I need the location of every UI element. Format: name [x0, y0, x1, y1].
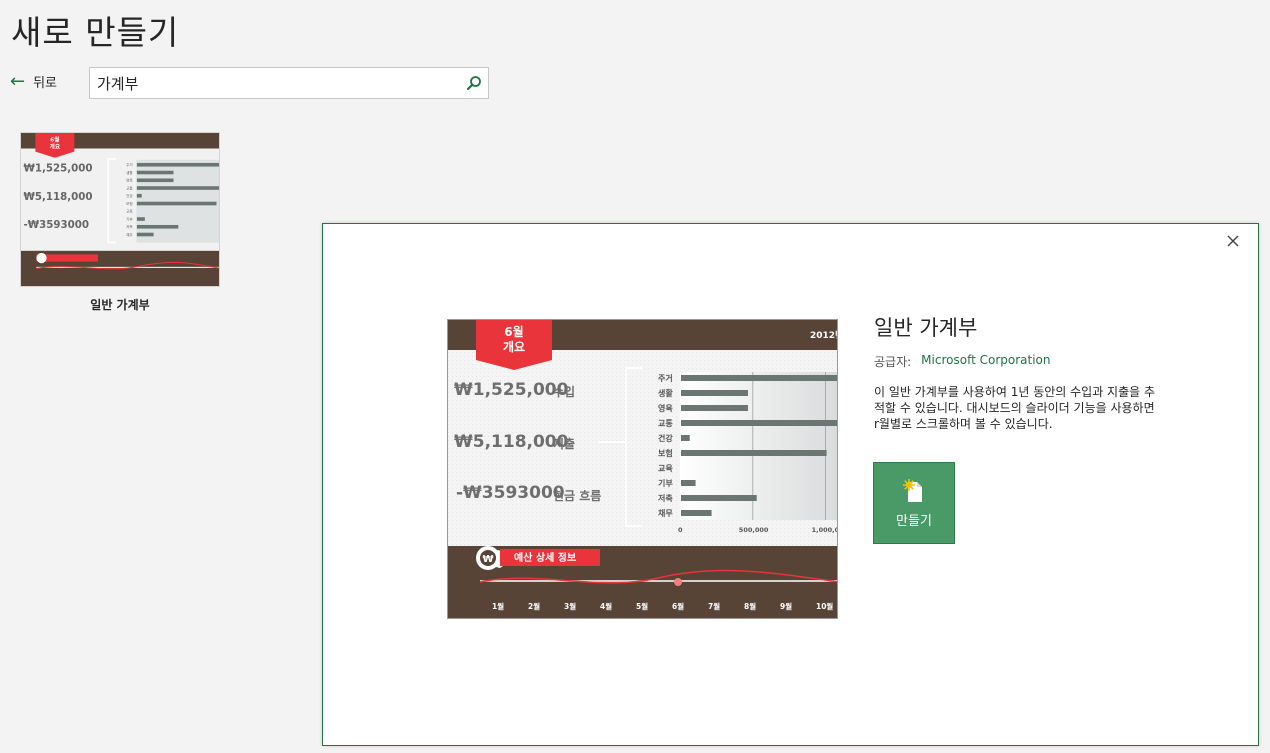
template-preview: 6월 개요 2012년 ₩1,525,000 수입 ₩5,118,000 지출 … — [447, 319, 838, 619]
month-label: 5월 — [636, 601, 648, 611]
thumb-bar — [136, 178, 174, 183]
template-card-caption[interactable]: 일반 가계부 — [20, 296, 220, 313]
chart-category-label: 채무 — [658, 508, 673, 518]
month-label: 4월 — [600, 601, 612, 611]
back-label: 뒤로 — [33, 76, 58, 91]
search-box — [89, 67, 489, 99]
template-info: 일반 가계부 공급자: Microsoft Corporation 이 일반 가… — [874, 312, 1174, 432]
chart-category-label: 교통 — [658, 418, 673, 428]
month-label: 3월 — [564, 601, 576, 611]
thumb-bar — [136, 217, 145, 221]
chart-bar — [681, 405, 748, 411]
badge-line2: 개요 — [503, 340, 525, 354]
create-button[interactable]: 만들기 — [873, 462, 955, 544]
search-icon[interactable] — [460, 69, 488, 97]
search-input[interactable] — [90, 68, 460, 98]
chart-tick-label: 0 — [678, 526, 683, 534]
template-title: 일반 가계부 — [874, 316, 978, 340]
template-card-general-budget[interactable]: 6월 개요 ₩1,525,000 ₩5,118,000 -₩3593000 주거… — [20, 132, 220, 287]
page-title: 새로 만들기 — [11, 13, 180, 52]
chart-bar — [681, 375, 837, 381]
chart-bar — [681, 510, 712, 516]
thumb-category-label: 저축 — [126, 224, 133, 229]
thumb-category-label: 영육 — [126, 178, 133, 183]
month-label: 2월 — [528, 601, 540, 611]
svg-text:₩1,525,000: ₩1,525,000 — [24, 163, 93, 175]
chart-tick-label: 500,000 — [739, 526, 769, 534]
thumb-bar — [136, 201, 217, 206]
thumb-category-label: 교통 — [126, 185, 133, 190]
chart-bar — [681, 495, 757, 501]
publisher-label: 공급자: — [874, 355, 912, 369]
thumb-bar — [136, 193, 142, 198]
svg-text:₩5,118,000: ₩5,118,000 — [24, 191, 93, 203]
month-label: 7월 — [708, 601, 720, 611]
chart-category-label: 기부 — [658, 478, 673, 488]
back-arrow-icon: ← — [10, 70, 26, 92]
chart-bar — [681, 435, 690, 441]
chart-category-label: 보험 — [658, 448, 673, 458]
template-description: 이 일반 가계부를 사용하여 1년 동안의 수입과 지출을 추적할 수 있습니다… — [874, 385, 1156, 431]
cashflow-amount: -₩3593000 — [456, 483, 565, 503]
chart-category-label: 생활 — [658, 388, 673, 398]
month-label: 10월 — [816, 601, 833, 611]
month-label: 1월 — [492, 601, 504, 611]
year-label: 2012년 — [810, 329, 838, 341]
chart-category-label: 건강 — [658, 433, 673, 443]
template-thumbnail: 6월 개요 ₩1,525,000 ₩5,118,000 -₩3593000 주거… — [21, 133, 219, 286]
thumb-bar — [136, 224, 179, 229]
chart-category-label: 영육 — [658, 403, 673, 413]
publisher-name: Microsoft Corporation — [921, 353, 1051, 367]
month-slider-handle — [674, 578, 682, 586]
chart-category-label: 주거 — [658, 373, 673, 383]
chart-category-label: 교육 — [658, 463, 673, 473]
chart-category-label: 저축 — [658, 493, 673, 503]
chart-tick-label: 1,000,0 — [812, 526, 838, 534]
detail-banner-label: 예산 상세 정보 — [514, 551, 576, 564]
month-label: 8월 — [744, 601, 756, 611]
income-amount: ₩1,525,000 — [454, 380, 569, 400]
svg-text:-₩3593000: -₩3593000 — [24, 219, 89, 231]
svg-text:₩: ₩ — [482, 554, 493, 565]
thumb-category-label: 기부 — [126, 216, 133, 221]
publisher-row: 공급자: Microsoft Corporation — [874, 353, 1174, 370]
thumb-bar — [136, 170, 174, 175]
chart-bar — [681, 420, 837, 426]
chart-bar — [681, 390, 748, 396]
close-icon[interactable] — [1224, 232, 1242, 250]
expense-amount: ₩5,118,000 — [454, 432, 569, 452]
expense-label: 지출 — [553, 436, 575, 451]
cashflow-label: 현금 흐름 — [553, 488, 601, 503]
thumb-category-label: 교육 — [126, 210, 133, 214]
thumb-bar — [136, 232, 154, 237]
thumb-category-label: 주거 — [126, 162, 133, 167]
income-label: 수입 — [553, 385, 575, 399]
chart-bar — [681, 480, 696, 486]
thumb-bar — [136, 186, 219, 190]
template-detail-dialog: 6월 개요 2012년 ₩1,525,000 수입 ₩5,118,000 지출 … — [322, 223, 1259, 746]
badge-line1: 6월 — [504, 324, 523, 339]
new-document-icon — [903, 479, 922, 502]
month-label: 6월 — [672, 601, 684, 611]
month-label: 9월 — [780, 601, 792, 611]
thumb-category-label: 채무 — [126, 232, 133, 237]
thumb-bar — [136, 162, 219, 167]
create-button-label: 만들기 — [896, 514, 932, 529]
thumb-category-label: 보험 — [126, 201, 133, 206]
chart-bar — [681, 450, 827, 456]
thumb-category-label: 건강 — [126, 193, 133, 198]
thumb-category-label: 생활 — [126, 170, 133, 175]
back-button[interactable]: ← 뒤로 — [10, 72, 57, 91]
